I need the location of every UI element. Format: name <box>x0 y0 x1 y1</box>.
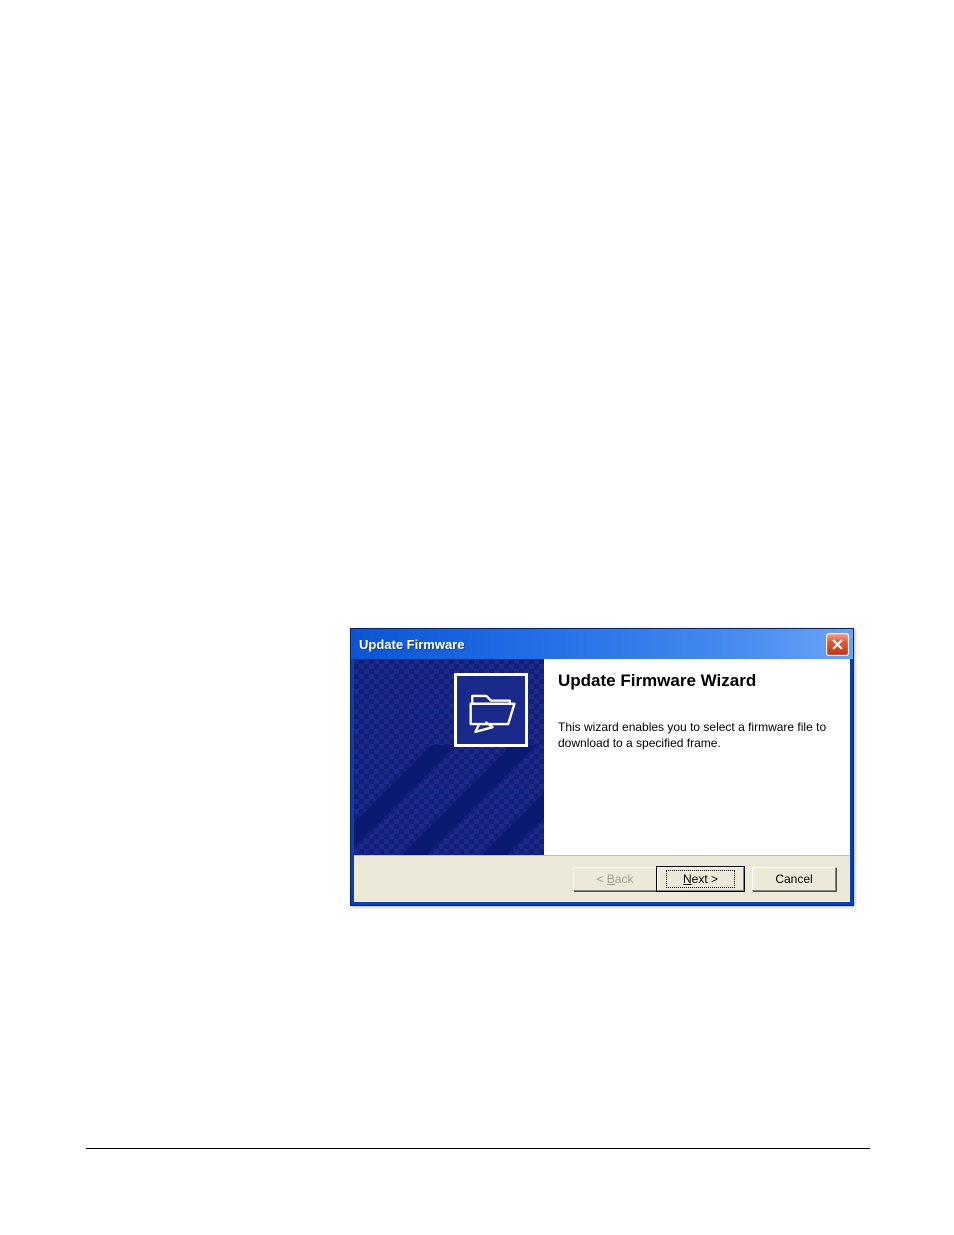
content-row: Update Firmware Wizard This wizard enabl… <box>354 659 850 855</box>
next-label: Next > <box>666 870 735 888</box>
back-button: < Back <box>573 867 657 891</box>
back-label: < Back <box>596 872 633 886</box>
titlebar[interactable]: Update Firmware <box>351 629 853 659</box>
side-diagonal-lines-icon <box>354 745 544 855</box>
window-title: Update Firmware <box>359 637 826 652</box>
update-firmware-dialog: Update Firmware <box>350 628 854 906</box>
wizard-side-graphic <box>354 659 544 855</box>
page-divider <box>86 1148 870 1149</box>
close-icon <box>832 639 843 650</box>
wizard-description: This wizard enables you to select a firm… <box>558 719 840 751</box>
cancel-label: Cancel <box>775 872 812 886</box>
close-button[interactable] <box>826 633 849 656</box>
wizard-main-panel: Update Firmware Wizard This wizard enabl… <box>544 659 850 855</box>
cancel-button[interactable]: Cancel <box>752 867 836 891</box>
firmware-folder-icon <box>454 673 528 747</box>
wizard-heading: Update Firmware Wizard <box>558 671 840 691</box>
nav-button-pair: < Back Next > <box>573 867 744 891</box>
button-row: < Back Next > Cancel <box>354 855 850 902</box>
next-button[interactable]: Next > <box>657 867 744 891</box>
dialog-body: Update Firmware Wizard This wizard enabl… <box>351 659 853 905</box>
